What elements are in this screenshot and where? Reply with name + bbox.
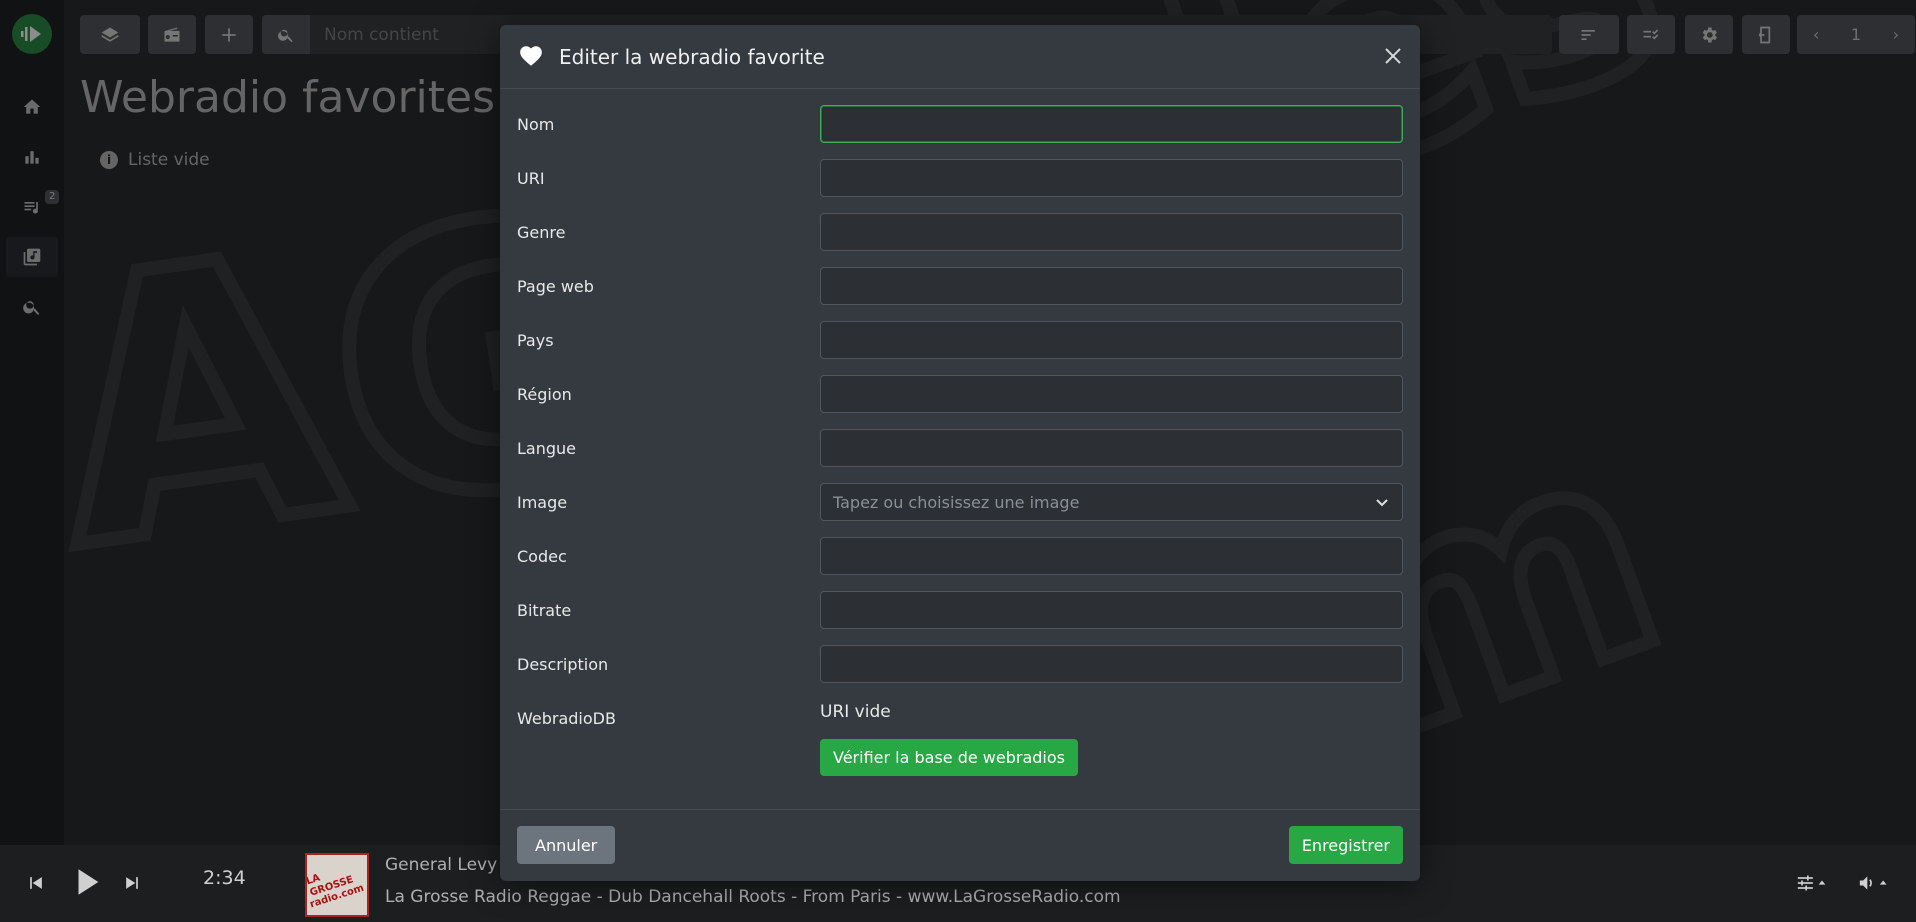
save-button[interactable]: Enregistrer [1288, 826, 1403, 864]
image-select-placeholder: Tapez ou choisissez une image [833, 492, 1080, 512]
dialog-title: Editer la webradio favorite [559, 45, 825, 69]
play-icon [78, 869, 99, 895]
genre-field[interactable] [820, 213, 1403, 251]
dialog-header: Editer la webradio favorite [500, 25, 1420, 89]
next-track-button[interactable] [122, 873, 142, 897]
image-label: Image [517, 493, 568, 512]
codec-label: Codec [517, 547, 567, 566]
volume-button[interactable] [1855, 873, 1893, 897]
cover-art: LA GROSSE radio.com [305, 853, 369, 917]
genre-label: Genre [517, 223, 566, 242]
play-button[interactable] [70, 865, 104, 903]
elapsed-time: 2:34 [203, 867, 246, 889]
skip-forward-icon [126, 877, 138, 889]
country-label: Pays [517, 331, 554, 350]
country-field[interactable] [820, 321, 1403, 359]
close-icon [1385, 48, 1401, 64]
uri-label: URI [517, 169, 545, 188]
codec-field[interactable] [820, 537, 1403, 575]
image-select[interactable]: Tapez ou choisissez une image [820, 483, 1403, 521]
name-field[interactable] [820, 105, 1403, 143]
sliders-icon [1797, 875, 1826, 891]
heart-icon [520, 46, 542, 66]
name-label: Nom [517, 115, 555, 134]
description-field[interactable] [820, 645, 1403, 683]
webradiodb-status: URI vide [820, 702, 891, 722]
chevron-down-icon [1376, 499, 1388, 507]
close-button[interactable] [1380, 43, 1406, 69]
webradiodb-label: WebradioDB [517, 709, 616, 728]
track-title: General Levy - [385, 855, 509, 875]
edit-webradio-dialog: Editer la webradio favorite Nom URI Genr… [500, 25, 1420, 881]
verify-webradiodb-button[interactable]: Vérifier la base de webradios [820, 739, 1078, 776]
track-subtitle: La Grosse Radio Reggae - Dub Dancehall R… [385, 887, 1121, 907]
homepage-label: Page web [517, 277, 594, 296]
language-label: Langue [517, 439, 576, 458]
bitrate-field[interactable] [820, 591, 1403, 629]
uri-field[interactable] [820, 159, 1403, 197]
dialog-footer: Annuler Enregistrer [500, 809, 1420, 881]
region-field[interactable] [820, 375, 1403, 413]
cancel-button[interactable]: Annuler [517, 826, 616, 864]
description-label: Description [517, 655, 609, 674]
language-field[interactable] [820, 429, 1403, 467]
previous-track-button[interactable] [26, 873, 46, 897]
skip-back-icon [30, 877, 42, 889]
volume-icon [1859, 876, 1887, 890]
region-label: Région [517, 385, 572, 404]
bitrate-label: Bitrate [517, 601, 572, 620]
homepage-field[interactable] [820, 267, 1403, 305]
output-settings-button[interactable] [1793, 873, 1831, 897]
